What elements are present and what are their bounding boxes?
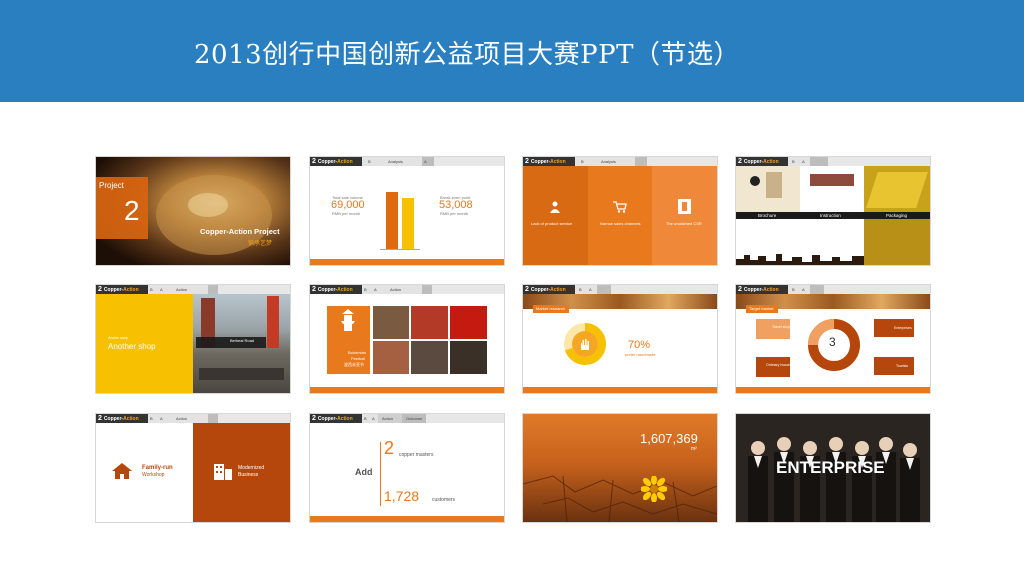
- bar-baseline: [380, 249, 420, 250]
- instruction-image: [800, 166, 864, 212]
- percent-label: prefer handmade: [625, 352, 656, 357]
- title-banner: 2013创行中国创新公益项目大赛PPT（节选）: [0, 0, 1024, 102]
- column-3: [652, 166, 717, 265]
- road-label: Beiheai Road: [230, 338, 255, 343]
- bar-right: [402, 198, 414, 249]
- right-title: Modernized: [238, 465, 265, 471]
- slide-thumbnail-3[interactable]: 2 Copper-Action B Analysis Lack of produc…: [523, 157, 717, 265]
- section-tag-text: Target market: [749, 306, 774, 311]
- enterprise-word: ENTERPRISE: [776, 458, 885, 477]
- divider-line: [380, 442, 381, 506]
- person-icon: [550, 201, 560, 213]
- slide-thumbnail-4[interactable]: 2 Copper-Action B A Brochure Instruction …: [736, 157, 930, 265]
- skyline-silhouette: [736, 254, 864, 265]
- section-tag-text: Market research: [536, 306, 565, 311]
- slide-thumbnail-7[interactable]: 2 Copper-Action B A Market research 70% p…: [523, 285, 717, 393]
- slide-topbar: 2 Copper-Action B A: [736, 157, 930, 166]
- packaging-image: [864, 166, 930, 212]
- project-name-cn: 铜承艺梦: [248, 241, 273, 247]
- slide-thumbnail-8[interactable]: 2 Copper-Action B A Target market Travel …: [736, 285, 930, 393]
- shop-title: Another shop: [108, 342, 156, 351]
- outcome-value-1: 2: [384, 438, 395, 458]
- slide-thumbnail-10[interactable]: 2 Copper-Action B A Action Outcome Add 2 …: [310, 414, 504, 522]
- project-label: Project: [99, 181, 124, 190]
- box-left-1-text: Travel shoppers: [772, 325, 797, 329]
- slide-thumbnail-2[interactable]: 2 Copper-Action B Analysis A Total sale v…: [310, 157, 504, 265]
- festival-text-2: Festival: [351, 356, 365, 361]
- slide-thumbnail-1[interactable]: Project 2 Copper-Action Project 铜承艺梦: [96, 157, 290, 265]
- stat-right-value: 53,008: [439, 199, 473, 211]
- hand-icon: [581, 339, 589, 350]
- shopping-cart-icon: [613, 201, 627, 213]
- area-value: 1,607,369: [640, 431, 698, 446]
- slide-topbar: 2 Copper-Action B A Action: [310, 285, 504, 294]
- project-number: 2: [124, 195, 140, 226]
- stat-left-unit: RMB per month: [332, 211, 361, 216]
- project-name: Copper-Action Project: [200, 227, 280, 236]
- slide-thumbnail-9[interactable]: 2 Copper-Action B A Action Family-run Wor…: [96, 414, 290, 522]
- ring-center-number: 3: [829, 335, 836, 349]
- box-right-1-text: Enterprises: [894, 326, 912, 330]
- left-title: Family-run: [142, 465, 173, 471]
- building-icon: [678, 199, 691, 214]
- box-left-2-text: Ordinary households: [766, 363, 799, 367]
- outcome-label-2: customers: [432, 497, 456, 503]
- left-subtitle: Workshop: [142, 472, 165, 478]
- photo-grid: [373, 306, 487, 374]
- slide-topbar: 2 Copper-Action B A: [523, 285, 717, 294]
- festival-text-3: 波西米亚节: [344, 362, 364, 367]
- col1-text: Lack of product service: [531, 221, 573, 226]
- festival-text-1: Bohemian: [348, 350, 367, 355]
- packaging-lower-image: [864, 219, 930, 265]
- pagoda-icon: [341, 309, 355, 331]
- flower-icon: [641, 476, 667, 502]
- slide-thumbnail-5[interactable]: 2 Copper-Action B A Action Anothe shop An…: [96, 285, 290, 393]
- slide-topbar: 2 Copper-Action B A: [736, 285, 930, 294]
- slide-thumbnail-12[interactable]: ENTERPRISE: [736, 414, 930, 522]
- brochure-caption: Brochure: [758, 213, 777, 218]
- stat-right-unit: RMB per month: [440, 211, 469, 216]
- box-left-2: [756, 357, 790, 377]
- shop-sub: Anothe shop: [108, 336, 128, 340]
- outcome-label-1: copper masters: [399, 452, 434, 458]
- stat-left-value: 69,000: [331, 199, 365, 211]
- bar-left: [386, 192, 398, 249]
- slide-thumbnail-6[interactable]: 2 Copper-Action B A Action Bohemian Festi…: [310, 285, 504, 393]
- percent-value: 70%: [628, 339, 651, 351]
- slide-topbar: 2 Copper-Action B Analysis: [523, 157, 717, 166]
- add-label: Add: [355, 467, 373, 477]
- column-1: [523, 166, 588, 265]
- box-left-1: [756, 319, 790, 339]
- house-icon: [112, 463, 132, 479]
- slide-topbar: 2 Copper-Action B A Action: [96, 414, 290, 423]
- box-right-2-text: Tourists: [896, 364, 909, 368]
- area-unit: m²: [691, 446, 697, 452]
- brochure-image: [736, 166, 800, 212]
- page-title: 2013创行中国创新公益项目大赛PPT（节选）: [194, 40, 740, 70]
- office-building-icon: [214, 464, 232, 480]
- instruction-caption: Instruction: [820, 213, 841, 218]
- slide-topbar: 2 Copper-Action B A Action: [96, 285, 290, 294]
- outcome-value-2: 1,728: [384, 488, 420, 504]
- slide-topbar: 2 Copper-Action B A Action Outcome: [310, 414, 504, 423]
- column-2: [588, 166, 652, 265]
- col3-text: The unclaimed CSR: [666, 221, 702, 226]
- slide-thumbnail-11[interactable]: 1,607,369 m²: [523, 414, 717, 522]
- right-subtitle: Business: [238, 472, 259, 478]
- packaging-caption: Packaging: [886, 213, 908, 218]
- col2-text: Narrow sales channels: [600, 221, 641, 226]
- slide-topbar: 2 Copper-Action B Analysis A: [310, 157, 504, 166]
